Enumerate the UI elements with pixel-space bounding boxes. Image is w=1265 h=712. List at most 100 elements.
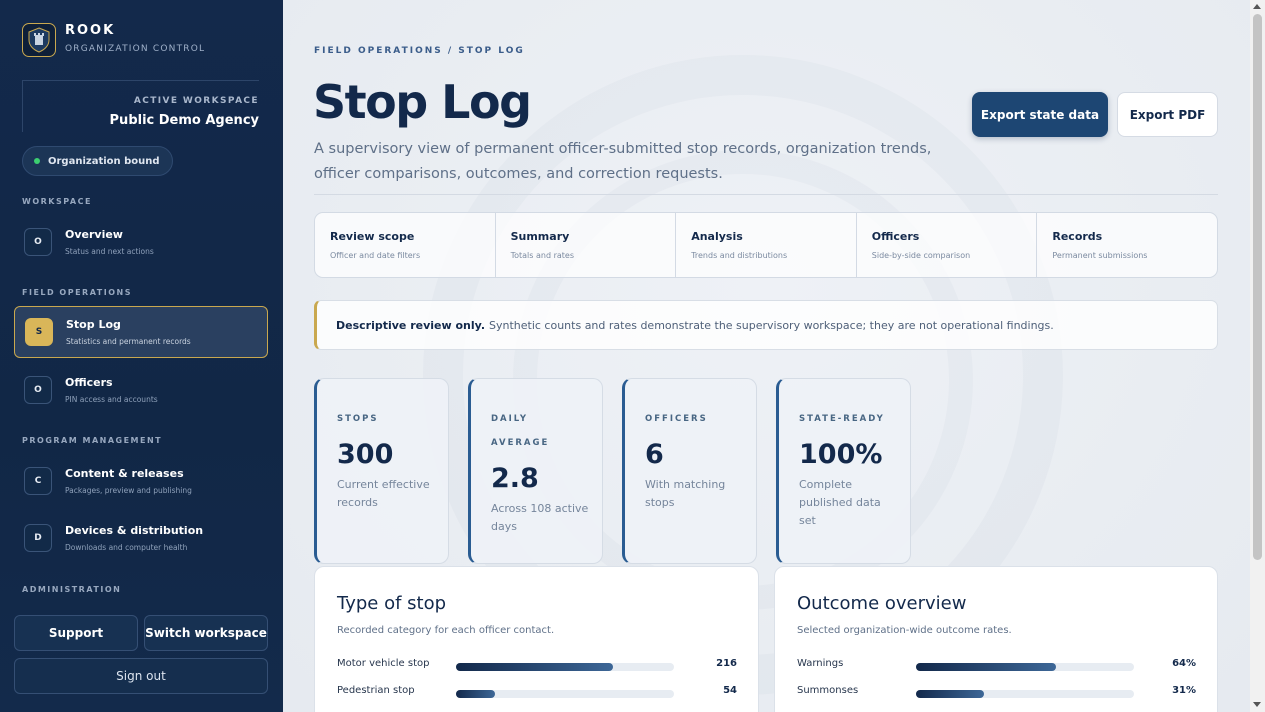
stat-value: 300 <box>337 439 394 470</box>
row-label: Motor vehicle stop <box>337 658 430 669</box>
stat-label: OFFICERS <box>645 414 708 424</box>
stat-label: DAILY AVERAGE <box>491 414 550 448</box>
row-bar-fill <box>456 690 496 698</box>
main-content: FIELD OPERATIONS / STOP LOG Stop Log A s… <box>283 0 1250 712</box>
tab-title: Officers <box>871 230 920 243</box>
outcome-row-summonses: Summonses 31% <box>797 685 1197 699</box>
brand-subtitle: ORGANIZATION CONTROL <box>65 44 206 54</box>
overview-badge-icon: O <box>24 228 52 256</box>
row-label: Pedestrian stop <box>337 685 415 696</box>
devices-badge-icon: D <box>24 524 52 552</box>
stat-description: Current effective records <box>337 478 430 509</box>
sidebar: ROOK ORGANIZATION CONTROL ACTIVE WORKSPA… <box>0 0 283 712</box>
type-row-motor-vehicle: Motor vehicle stop 216 <box>337 658 737 672</box>
tab-officers[interactable]: Officers Side-by-side comparison <box>857 213 1038 277</box>
section-label-field-operations: FIELD OPERATIONS <box>22 288 132 297</box>
active-workspace-label: ACTIVE WORKSPACE <box>133 96 259 106</box>
stat-label: STATE-READY <box>799 414 885 424</box>
row-bar-track <box>916 663 1134 671</box>
page-description: A supervisory view of permanent officer-… <box>314 141 932 182</box>
type-of-stop-card: Type of stop Recorded category for each … <box>314 566 759 712</box>
card-subtitle: Recorded category for each officer conta… <box>337 625 555 636</box>
row-label: Summonses <box>797 685 859 696</box>
page-scrollbar[interactable] <box>1250 0 1265 712</box>
scroll-up-arrow-icon[interactable] <box>1253 4 1261 9</box>
active-workspace-card: ACTIVE WORKSPACE Public Demo Agency <box>22 80 259 132</box>
organization-status-pill: Organization bound <box>22 146 173 176</box>
export-pdf-button[interactable]: Export PDF <box>1117 92 1218 137</box>
stat-value: 2.8 <box>491 463 539 494</box>
tab-title: Analysis <box>691 230 743 243</box>
row-bar-fill <box>916 663 1056 671</box>
sign-out-button[interactable]: Sign out <box>14 658 268 694</box>
status-dot-icon <box>34 158 40 164</box>
section-label-workspace: WORKSPACE <box>22 197 92 206</box>
active-workspace-name: Public Demo Agency <box>109 113 259 128</box>
breadcrumb: FIELD OPERATIONS / STOP LOG <box>314 46 525 56</box>
scroll-down-arrow-icon[interactable] <box>1253 702 1261 707</box>
row-bar-fill <box>916 690 984 698</box>
tab-subtitle: Totals and rates <box>510 251 574 260</box>
row-bar-fill <box>456 663 613 671</box>
scroll-thumb[interactable] <box>1253 14 1262 560</box>
stat-card-state-ready: STATE-READY 100% Complete published data… <box>776 378 911 564</box>
row-bar-track <box>916 690 1134 698</box>
stat-card-daily-average: DAILY AVERAGE 2.8 Across 108 active days <box>468 378 603 564</box>
sidebar-item-officers[interactable]: O Officers PIN access and accounts <box>14 364 268 416</box>
row-bar-track <box>456 690 674 698</box>
sidebar-item-devices-distribution[interactable]: D Devices & distribution Downloads and c… <box>14 512 268 564</box>
officers-badge-icon: O <box>24 376 52 404</box>
stat-value: 100% <box>799 439 883 470</box>
content-badge-icon: C <box>24 467 52 495</box>
brand[interactable]: ROOK ORGANIZATION CONTROL <box>22 23 205 57</box>
tab-analysis[interactable]: Analysis Trends and distributions <box>676 213 857 277</box>
row-value: 64% <box>1172 658 1196 669</box>
sidebar-item-title: Officers <box>65 376 113 389</box>
tab-subtitle: Officer and date filters <box>330 251 421 260</box>
card-title: Type of stop <box>337 593 447 614</box>
sidebar-item-subtitle: Statistics and permanent records <box>66 337 191 346</box>
sidebar-item-subtitle: PIN access and accounts <box>65 395 158 404</box>
organization-status-text: Organization bound <box>48 155 160 167</box>
tab-title: Records <box>1052 230 1103 243</box>
sidebar-item-overview[interactable]: O Overview Status and next actions <box>14 216 268 268</box>
switch-workspace-button[interactable]: Switch workspace <box>144 615 268 651</box>
section-tabs: Review scope Officer and date filters Su… <box>314 212 1218 278</box>
tab-subtitle: Side-by-side comparison <box>871 251 971 260</box>
row-bar-track <box>456 663 674 671</box>
header-divider <box>314 194 1218 195</box>
section-label-program-management: PROGRAM MANAGEMENT <box>22 436 163 445</box>
sidebar-item-title: Overview <box>65 228 123 241</box>
stop-log-badge-icon: S <box>25 318 53 346</box>
row-label: Warnings <box>797 658 844 669</box>
export-state-data-button[interactable]: Export state data <box>972 92 1108 137</box>
notice-bold-text: Descriptive review only. <box>336 318 485 332</box>
brand-name: ROOK <box>65 23 116 38</box>
stat-value: 6 <box>645 439 664 470</box>
stat-label: STOPS <box>337 414 379 424</box>
sidebar-item-content-releases[interactable]: C Content & releases Packages, preview a… <box>14 455 268 507</box>
sidebar-item-title: Stop Log <box>66 318 121 331</box>
tab-title: Summary <box>510 230 570 243</box>
type-row-pedestrian: Pedestrian stop 54 <box>337 685 737 699</box>
tab-subtitle: Permanent submissions <box>1052 251 1148 260</box>
stat-card-officers: OFFICERS 6 With matching stops <box>622 378 757 564</box>
support-button[interactable]: Support <box>14 615 138 651</box>
sidebar-item-stop-log[interactable]: S Stop Log Statistics and permanent reco… <box>14 306 268 358</box>
tab-review-scope[interactable]: Review scope Officer and date filters <box>315 213 496 277</box>
tab-records[interactable]: Records Permanent submissions <box>1037 213 1217 277</box>
row-value: 31% <box>1172 685 1196 696</box>
card-title: Outcome overview <box>797 593 967 614</box>
outcome-overview-card: Outcome overview Selected organization-w… <box>774 566 1218 712</box>
tab-title: Review scope <box>330 230 415 243</box>
page-title: Stop Log <box>313 75 532 129</box>
card-subtitle: Selected organization-wide outcome rates… <box>797 625 1012 636</box>
row-value: 216 <box>716 658 737 669</box>
sidebar-item-subtitle: Downloads and computer health <box>65 543 188 552</box>
stat-description: Complete published data set <box>799 478 881 527</box>
sidebar-item-title: Devices & distribution <box>65 524 204 537</box>
tab-summary[interactable]: Summary Totals and rates <box>496 213 677 277</box>
section-label-administration: ADMINISTRATION <box>22 585 122 594</box>
notice-text: Synthetic counts and rates demonstrate t… <box>489 318 1054 332</box>
tab-subtitle: Trends and distributions <box>691 251 788 260</box>
